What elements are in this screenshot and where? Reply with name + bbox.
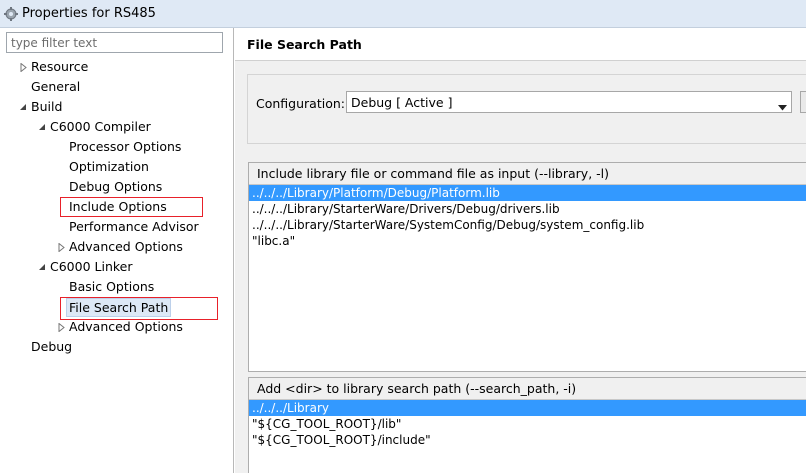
triangle-down-icon[interactable]: [18, 97, 28, 117]
tree-item-label: Debug Options: [69, 179, 163, 194]
tree-item[interactable]: Performance Advisor: [0, 217, 233, 237]
list-item[interactable]: "${CG_TOOL_ROOT}/lib": [249, 416, 806, 432]
chevron-down-icon: [778, 100, 787, 114]
triangle-right-icon[interactable]: [56, 317, 66, 337]
tree-item-label: Optimization: [69, 159, 149, 174]
main-panel: File Search Path Configuration: Debug [ …: [235, 28, 806, 473]
tree-item-label: Debug: [31, 339, 73, 354]
tree-item[interactable]: Debug: [0, 337, 233, 357]
triangle-down-icon[interactable]: [37, 117, 47, 137]
search-path-list: ../../../Library "${CG_TOOL_ROOT}/lib" "${…: [249, 400, 806, 448]
triangle-right-icon[interactable]: [18, 57, 28, 77]
tree-item[interactable]: Advanced Options: [0, 317, 233, 337]
tree-item-label: C6000 Linker: [50, 259, 133, 274]
gear-icon: [3, 6, 19, 22]
tree-item[interactable]: Basic Options: [0, 277, 233, 297]
tree-item-label: General: [31, 79, 81, 94]
filter-input[interactable]: [6, 32, 223, 53]
highlight-box: [60, 197, 203, 217]
manage-configurations-button[interactable]: [800, 91, 806, 113]
tree-item[interactable]: General: [0, 77, 233, 97]
sidebar: Resource General Build C6000 Compiler Proces…: [0, 28, 234, 473]
tree-item[interactable]: Debug Options: [0, 177, 233, 197]
tree-item[interactable]: Resource: [0, 57, 233, 77]
search-path-list-header: Add <dir> to library search path (--sear…: [249, 378, 806, 400]
library-list-panel: Include library file or command file as …: [248, 162, 806, 372]
configuration-value: Debug [ Active ]: [351, 95, 453, 110]
list-item[interactable]: ../../../Library: [249, 400, 806, 416]
list-item[interactable]: "libc.a": [249, 233, 806, 249]
tree-item[interactable]: Build: [0, 97, 233, 117]
tree-item[interactable]: C6000 Linker: [0, 257, 233, 277]
library-list: ../../../Library/Platform/Debug/Platform…: [249, 185, 806, 249]
list-item[interactable]: ../../../Library/Platform/Debug/Platform…: [249, 185, 806, 201]
window-titlebar: Properties for RS485: [0, 0, 806, 28]
tree-item-label: C6000 Compiler: [50, 119, 151, 134]
triangle-right-icon[interactable]: [56, 237, 66, 257]
tree-item-label: Processor Options: [69, 139, 182, 154]
configuration-panel: Configuration: Debug [ Active ]: [247, 74, 806, 144]
tree-item[interactable]: C6000 Compiler: [0, 117, 233, 137]
configuration-select[interactable]: Debug [ Active ]: [346, 91, 792, 113]
tree-item[interactable]: Processor Options: [0, 137, 233, 157]
list-item[interactable]: ../../../Library/StarterWare/Drivers/Deb…: [249, 201, 806, 217]
page-header: File Search Path: [235, 28, 806, 61]
list-item[interactable]: ../../../Library/StarterWare/SystemConfi…: [249, 217, 806, 233]
page-title: File Search Path: [247, 37, 362, 52]
tree-item-label: Performance Advisor: [69, 219, 199, 234]
tree-item-label: Resource: [31, 59, 89, 74]
library-list-header: Include library file or command file as …: [249, 163, 806, 185]
tree-item-label: Advanced Options: [69, 239, 183, 254]
tree-item[interactable]: Advanced Options: [0, 237, 233, 257]
list-item[interactable]: "${CG_TOOL_ROOT}/include": [249, 432, 806, 448]
window-title: Properties for RS485: [22, 6, 156, 21]
configuration-label: Configuration:: [256, 96, 345, 111]
tree-item[interactable]: Optimization: [0, 157, 233, 177]
tree-item-label: Basic Options: [69, 279, 155, 294]
tree-item-label: Build: [31, 99, 63, 114]
search-path-list-panel: Add <dir> to library search path (--sear…: [248, 377, 806, 473]
triangle-down-icon[interactable]: [37, 257, 47, 277]
tree-item-label: Advanced Options: [69, 319, 183, 334]
